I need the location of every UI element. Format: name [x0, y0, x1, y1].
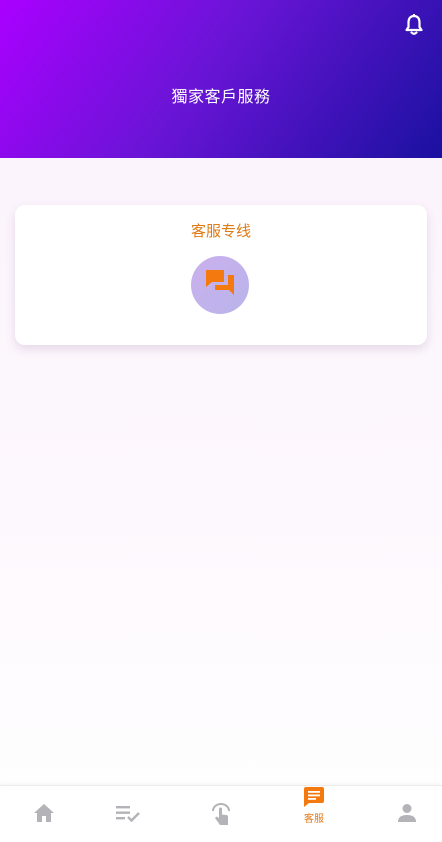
card-title: 客服专线: [190, 222, 251, 240]
customer-service-card[interactable]: 客服专线: [15, 205, 427, 345]
tab-tap[interactable]: [177, 786, 265, 842]
tab-tasks[interactable]: [84, 786, 172, 842]
tab-profile[interactable]: [363, 786, 442, 842]
chat-button[interactable]: [191, 256, 249, 314]
page-title: 獨家客戶服務: [171, 87, 271, 106]
checklist-icon: [115, 786, 141, 827]
person-icon: [397, 786, 417, 827]
tab-label-customer-service: 客服: [304, 814, 324, 825]
chat-bubbles-icon: [204, 268, 236, 302]
home-icon: [33, 786, 55, 827]
header: 獨家客戶服務: [0, 0, 442, 158]
bell-icon[interactable]: [404, 14, 424, 36]
message-icon: [303, 786, 325, 812]
tap-hand-icon: [210, 786, 232, 831]
tab-customer-service[interactable]: 客服: [270, 786, 358, 842]
tab-home[interactable]: [0, 786, 88, 842]
bottom-tab-bar: 客服: [0, 785, 442, 842]
